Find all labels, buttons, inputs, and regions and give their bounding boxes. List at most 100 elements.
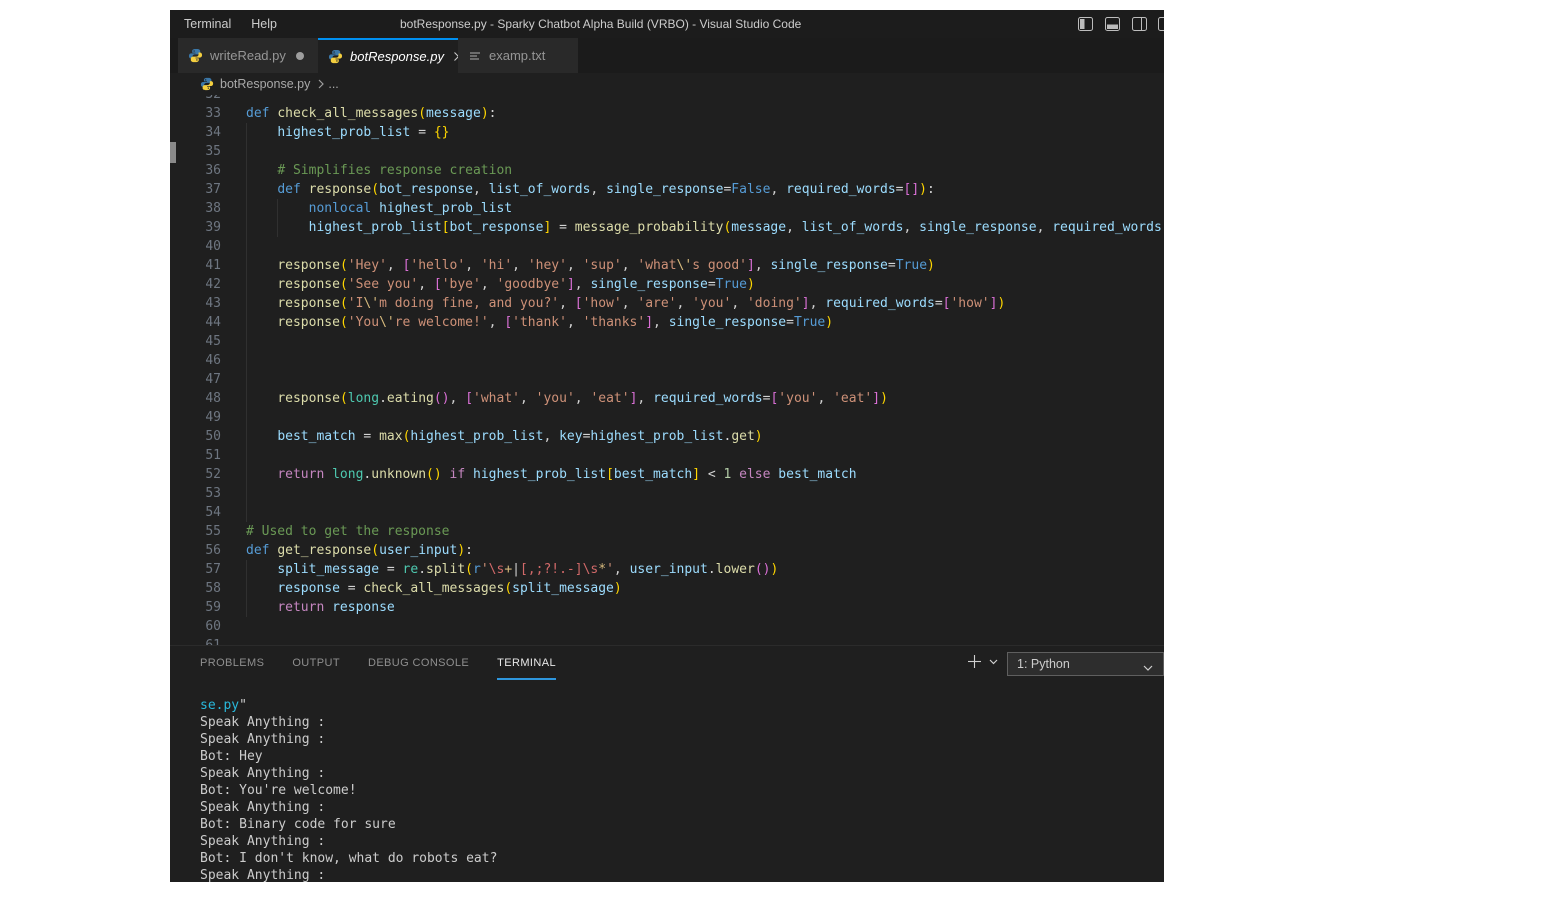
- code-line[interactable]: 40: [170, 237, 1164, 256]
- code-line[interactable]: 37 def response(bot_response, list_of_wo…: [170, 180, 1164, 199]
- code-token: def: [277, 182, 308, 197]
- code-line[interactable]: 43 response('I\'m doing fine, and you?',…: [170, 294, 1164, 313]
- tab-label: writeRead.py: [210, 48, 286, 63]
- terminal-output[interactable]: se.py"Speak Anything :Speak Anything :Bo…: [200, 697, 1164, 882]
- code-line[interactable]: 58 response = check_all_messages(split_m…: [170, 579, 1164, 598]
- layout-sidebar-right-icon[interactable]: [1132, 17, 1147, 31]
- code-token: =: [410, 125, 433, 140]
- code-token: [: [434, 277, 442, 292]
- code-token: highest_prob_list: [309, 220, 442, 235]
- menu-help[interactable]: Help: [241, 10, 287, 38]
- code-line[interactable]: 60: [170, 617, 1164, 636]
- line-number: 45: [170, 332, 221, 351]
- code-token: ,: [567, 258, 583, 273]
- code-line[interactable]: 33def check_all_messages(message):: [170, 104, 1164, 123]
- line-number: 38: [170, 199, 221, 218]
- code-line[interactable]: 59 return response: [170, 598, 1164, 617]
- code-text: response('You\'re welcome!', ['thank', '…: [246, 315, 833, 330]
- code-line[interactable]: 53: [170, 484, 1164, 503]
- code-token: ,: [755, 258, 771, 273]
- terminal-selector[interactable]: 1: Python: [1007, 652, 1164, 676]
- code-line[interactable]: 46: [170, 351, 1164, 370]
- layout-panel-icon[interactable]: [1105, 17, 1120, 31]
- code-line[interactable]: 52 return long.unknown() if highest_prob…: [170, 465, 1164, 484]
- modified-dot-icon[interactable]: [296, 52, 304, 60]
- code-token: True: [716, 277, 747, 292]
- terminal-text: Speak Anything :: [200, 766, 325, 781]
- code-editor[interactable]: 3233def check_all_messages(message):34 h…: [170, 95, 1164, 645]
- code-token: (: [418, 106, 426, 121]
- panel-tab-problems[interactable]: PROBLEMS: [200, 652, 264, 679]
- code-line[interactable]: 57 split_message = re.split(r'\s+|[,;?!.…: [170, 560, 1164, 579]
- tab-examp-txt[interactable]: examp.txt: [458, 38, 578, 73]
- terminal-line: Bot: Hey: [200, 748, 263, 765]
- code-token: m doing fine, and you?': [379, 296, 559, 311]
- code-token: ): [457, 543, 465, 558]
- code-token: response: [277, 315, 340, 330]
- code-token: 'doing': [747, 296, 802, 311]
- code-token: 'bye': [442, 277, 481, 292]
- code-line[interactable]: 48 response(long.eating(), ['what', 'you…: [170, 389, 1164, 408]
- chevron-down-icon[interactable]: [989, 659, 998, 665]
- code-token: [246, 581, 277, 596]
- code-line[interactable]: 32: [170, 95, 1164, 104]
- panel-tab-debug-console[interactable]: DEBUG CONSOLE: [368, 652, 469, 679]
- breadcrumb-more[interactable]: ...: [328, 77, 338, 91]
- code-line[interactable]: 39 highest_prob_list[bot_response] = mes…: [170, 218, 1164, 237]
- code-line[interactable]: 54: [170, 503, 1164, 522]
- code-line[interactable]: 42 response('See you', ['bye', 'goodbye'…: [170, 275, 1164, 294]
- terminal-line: Speak Anything :: [200, 833, 325, 850]
- code-token: =: [340, 581, 363, 596]
- code-line[interactable]: 45: [170, 332, 1164, 351]
- code-token: required_words: [825, 296, 935, 311]
- code-token: get: [731, 429, 754, 444]
- code-line[interactable]: 47: [170, 370, 1164, 389]
- terminal-line: Speak Anything :: [200, 867, 325, 882]
- code-line[interactable]: 49: [170, 408, 1164, 427]
- code-line[interactable]: 56def get_response(user_input):: [170, 541, 1164, 560]
- code-token: ': [606, 562, 614, 577]
- layout-sidebar-left-icon[interactable]: [1078, 17, 1093, 31]
- panel-tab-terminal[interactable]: TERMINAL: [497, 652, 556, 680]
- code-token: ,: [559, 296, 575, 311]
- line-number: 52: [170, 465, 221, 484]
- code-line[interactable]: 36 # Simplifies response creation: [170, 161, 1164, 180]
- code-token: highest_prob_list: [410, 429, 543, 444]
- code-line[interactable]: 55# Used to get the response: [170, 522, 1164, 541]
- code-token: :: [465, 543, 473, 558]
- code-token: ]: [692, 467, 700, 482]
- code-line[interactable]: 50 best_match = max(highest_prob_list, k…: [170, 427, 1164, 446]
- new-terminal-icon[interactable]: [967, 654, 982, 669]
- code-token: (: [340, 315, 348, 330]
- code-token: [: [606, 467, 614, 482]
- tab-botresponse-py[interactable]: botResponse.py: [318, 38, 458, 73]
- code-text: response('I\'m doing fine, and you?', ['…: [246, 296, 1005, 311]
- code-token: 'eat': [833, 391, 872, 406]
- terminal-line: Bot: Binary code for sure: [200, 816, 396, 833]
- tab-writeread-py[interactable]: writeRead.py: [178, 38, 318, 73]
- terminal-line: Speak Anything :: [200, 799, 325, 816]
- terminal-line: Bot: I don't know, what do robots eat?: [200, 850, 497, 867]
- line-number: 51: [170, 446, 221, 465]
- code-line[interactable]: 41 response('Hey', ['hello', 'hi', 'hey'…: [170, 256, 1164, 275]
- code-token: response: [309, 182, 372, 197]
- code-token: :: [489, 106, 497, 121]
- code-token: ): [481, 106, 489, 121]
- breadcrumb-file[interactable]: botResponse.py: [220, 77, 310, 91]
- code-token: ): [770, 562, 778, 577]
- code-line[interactable]: 34 highest_prob_list = {}: [170, 123, 1164, 142]
- terminal-text: ": [239, 698, 247, 713]
- menu-terminal[interactable]: Terminal: [174, 10, 241, 38]
- code-token: ,: [418, 277, 434, 292]
- code-line[interactable]: 44 response('You\'re welcome!', ['thank'…: [170, 313, 1164, 332]
- code-line[interactable]: 38 nonlocal highest_prob_list: [170, 199, 1164, 218]
- code-line[interactable]: 35: [170, 142, 1164, 161]
- layout-customize-icon[interactable]: [1158, 17, 1164, 31]
- code-token: ]: [645, 315, 653, 330]
- panel-tab-output[interactable]: OUTPUT: [292, 652, 340, 679]
- code-line[interactable]: 51: [170, 446, 1164, 465]
- code-token: highest_prob_list: [379, 201, 512, 216]
- code-line[interactable]: 61: [170, 636, 1164, 645]
- code-token: [: [575, 296, 583, 311]
- code-token: single_response: [770, 258, 887, 273]
